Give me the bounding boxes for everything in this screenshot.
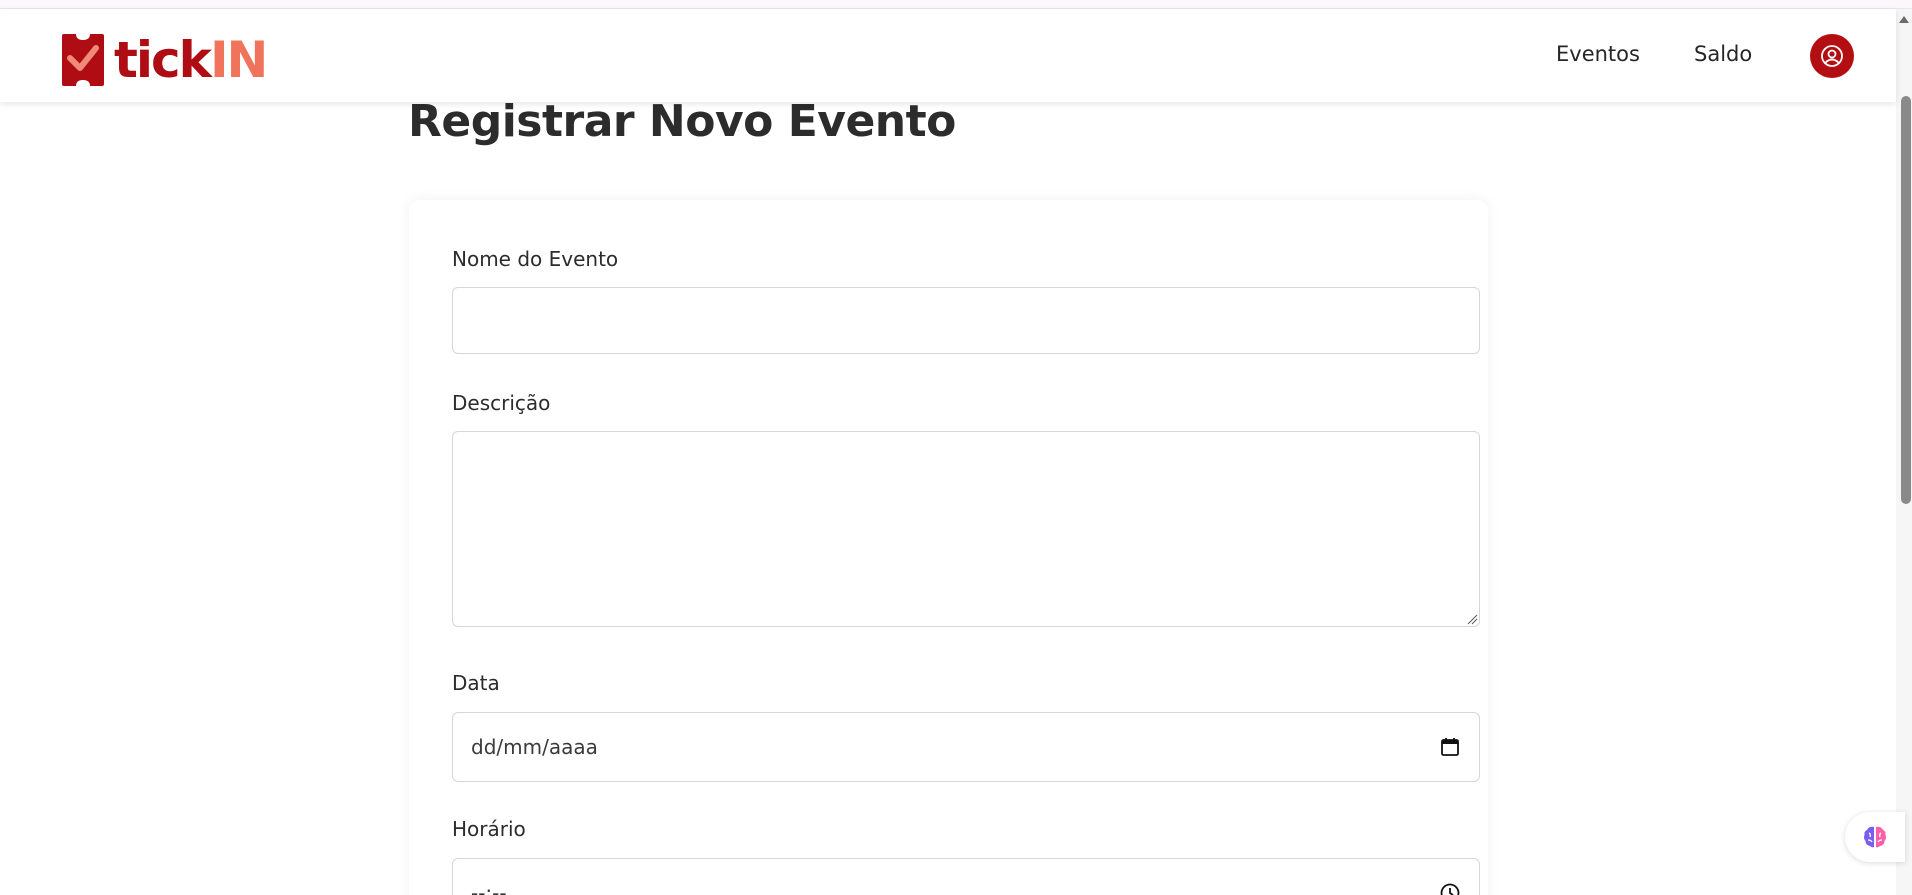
- brand-wordmark: tickIN: [114, 31, 268, 89]
- resize-grip-icon[interactable]: [1466, 613, 1478, 625]
- scroll-up-arrow-icon[interactable]: [1899, 16, 1909, 23]
- event-name-label: Nome do Evento: [452, 247, 619, 271]
- top-strip: [0, 0, 1912, 9]
- user-circle-icon: [1821, 45, 1843, 67]
- user-avatar-button[interactable]: [1810, 34, 1854, 78]
- brand-logo[interactable]: tickIN: [60, 31, 268, 89]
- brain-icon: [1863, 826, 1887, 848]
- event-time-label: Horário: [452, 817, 526, 841]
- scrollbar-thumb[interactable]: [1901, 96, 1911, 504]
- event-description-textarea[interactable]: [452, 431, 1480, 627]
- event-name-input[interactable]: [452, 287, 1480, 354]
- time-placeholder: --:--: [471, 881, 507, 895]
- page-title: Registrar Novo Evento: [408, 96, 956, 147]
- brand-wordmark-tick: tick: [114, 31, 212, 89]
- floating-assistant-button[interactable]: [1845, 812, 1905, 862]
- event-time-input[interactable]: --:--: [452, 858, 1480, 895]
- calendar-icon[interactable]: [1439, 736, 1461, 758]
- event-description-label: Descrição: [452, 391, 551, 415]
- event-date-label: Data: [452, 671, 500, 695]
- date-placeholder: dd/mm/aaaa: [471, 735, 598, 759]
- event-date-input[interactable]: dd/mm/aaaa: [452, 712, 1480, 782]
- navbar: tickIN Eventos Saldo: [0, 9, 1896, 102]
- clock-icon[interactable]: [1439, 882, 1461, 895]
- ticket-check-icon: [62, 34, 104, 86]
- nav-link-eventos[interactable]: Eventos: [1556, 42, 1640, 66]
- brand-wordmark-in: IN: [209, 31, 268, 89]
- nav-link-saldo[interactable]: Saldo: [1694, 42, 1752, 66]
